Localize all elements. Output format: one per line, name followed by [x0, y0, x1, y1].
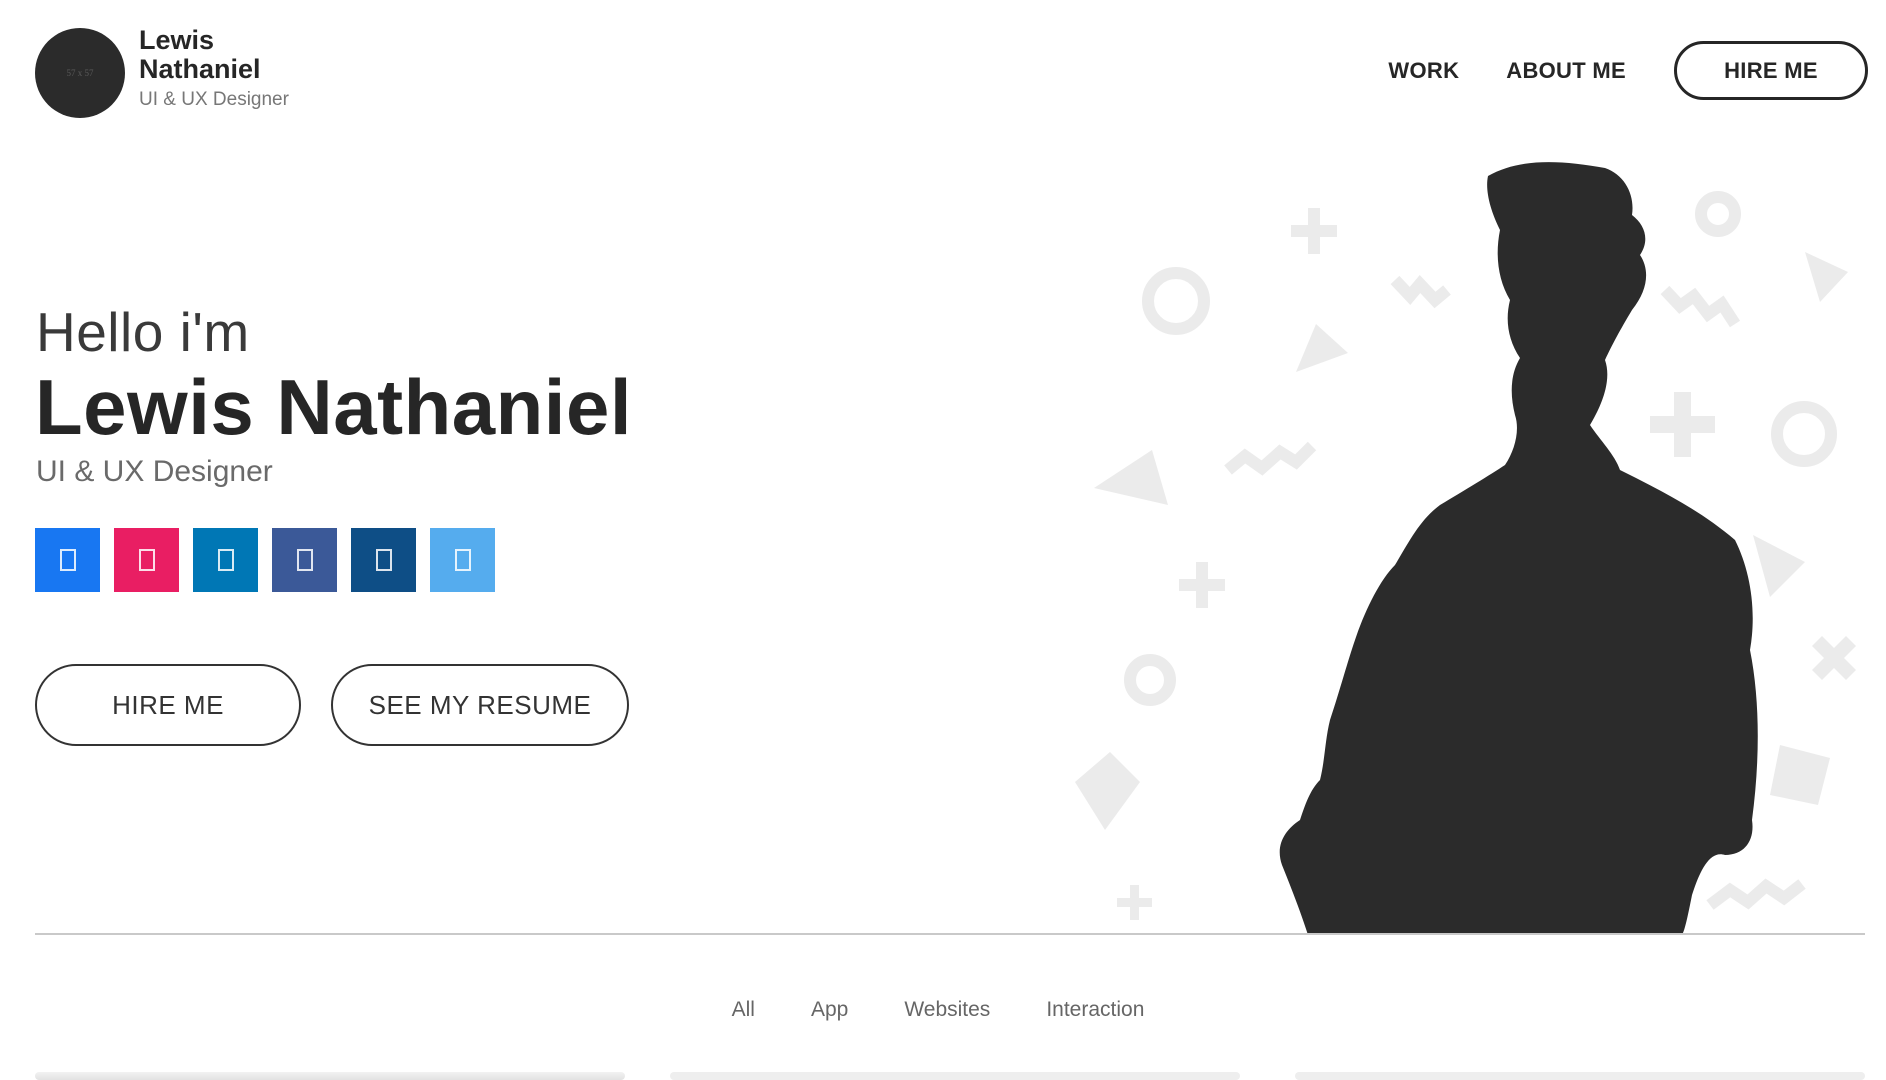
portfolio-filters: All App Websites Interaction [0, 998, 1886, 1022]
twitter-icon [454, 549, 471, 571]
linkedin-icon [217, 549, 234, 571]
filter-all[interactable]: All [732, 998, 755, 1022]
hero-greeting: Hello i'm [36, 301, 250, 363]
site-header: 57 x 57 Lewis Nathaniel UI & UX Designer… [0, 0, 1886, 145]
linkedin-alt-icon [375, 549, 392, 571]
nav-about-me[interactable]: ABOUT ME [1506, 58, 1626, 84]
portfolio-card-left[interactable] [35, 1072, 625, 1080]
brand-name[interactable]: Lewis Nathaniel [139, 26, 289, 84]
page: 57 x 57 Lewis Nathaniel UI & UX Designer… [0, 0, 1886, 1080]
facebook-alt-icon [296, 549, 313, 571]
brand-role: UI & UX Designer [139, 89, 289, 110]
avatar: 57 x 57 [35, 28, 125, 118]
portfolio-card-right[interactable] [1295, 1072, 1865, 1080]
social-links [35, 528, 509, 592]
hero-role: UI & UX Designer [36, 455, 273, 488]
nav-hire-me-button[interactable]: HIRE ME [1674, 41, 1868, 100]
instagram-icon [138, 549, 155, 571]
hire-me-button[interactable]: HIRE ME [35, 664, 301, 746]
avatar-placeholder-text: 57 x 57 [66, 68, 94, 78]
person-silhouette [1279, 162, 1758, 935]
social-facebook[interactable] [35, 528, 100, 592]
filter-interaction[interactable]: Interaction [1046, 998, 1144, 1022]
filter-websites[interactable]: Websites [904, 998, 990, 1022]
facebook-icon [59, 549, 76, 571]
hero-name: Lewis Nathaniel [35, 363, 632, 451]
main-nav: WORK ABOUT ME HIRE ME [1388, 41, 1868, 100]
section-divider [35, 933, 1865, 935]
social-linkedin[interactable] [193, 528, 258, 592]
brand: Lewis Nathaniel UI & UX Designer [139, 26, 289, 111]
social-twitter[interactable] [430, 528, 495, 592]
see-resume-button[interactable]: SEE MY RESUME [331, 664, 629, 746]
social-instagram[interactable] [114, 528, 179, 592]
filter-app[interactable]: App [811, 998, 848, 1022]
social-linkedin-alt[interactable] [351, 528, 416, 592]
portfolio-card-middle[interactable] [670, 1072, 1240, 1080]
nav-work[interactable]: WORK [1388, 58, 1459, 84]
social-facebook-alt[interactable] [272, 528, 337, 592]
hero-illustration [1075, 162, 1856, 935]
